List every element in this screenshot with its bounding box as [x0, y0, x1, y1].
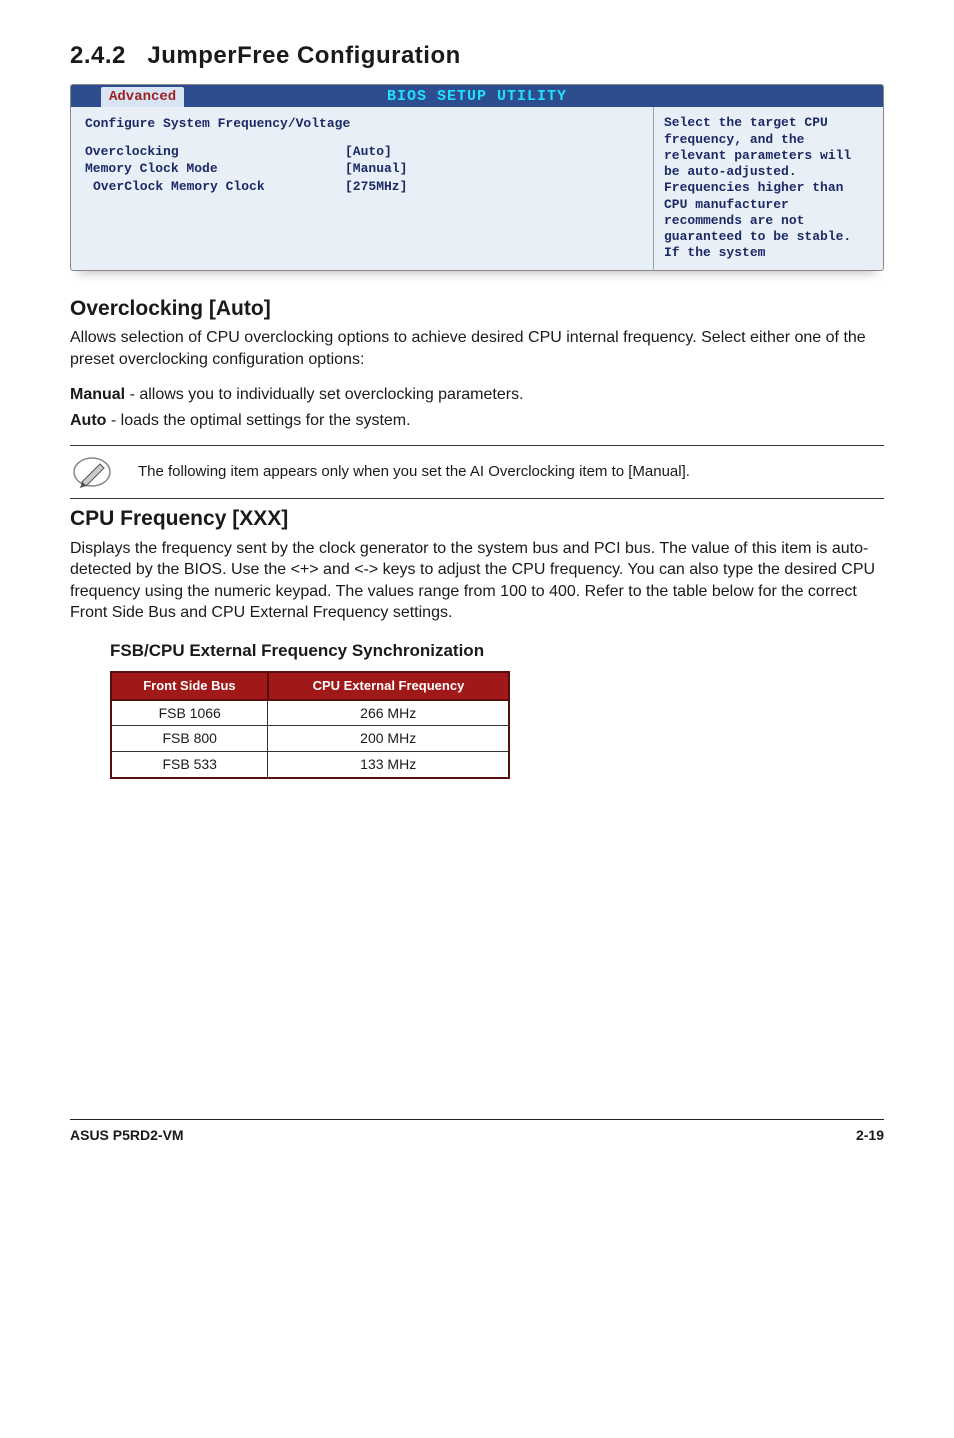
- overclocking-heading: Overclocking [Auto]: [70, 295, 884, 323]
- table-header: CPU External Frequency: [268, 672, 509, 700]
- cpu-freq-heading: CPU Frequency [XXX]: [70, 505, 884, 533]
- table-cell: 200 MHz: [268, 726, 509, 752]
- table-row: FSB 1066 266 MHz: [111, 700, 509, 726]
- bios-row-label: Overclocking: [85, 143, 345, 161]
- note-box: The following item appears only when you…: [70, 445, 884, 499]
- bios-header: BIOS SETUP UTILITY Advanced: [71, 85, 883, 107]
- table-row: FSB 800 200 MHz: [111, 726, 509, 752]
- bios-row: Memory Clock Mode [Manual]: [85, 160, 639, 178]
- table-cell: FSB 1066: [111, 700, 268, 726]
- bios-tab-advanced: Advanced: [101, 87, 184, 107]
- table-header: Front Side Bus: [111, 672, 268, 700]
- bios-row-value: [Manual]: [345, 160, 407, 178]
- bios-left-title: Configure System Frequency/Voltage: [85, 115, 639, 133]
- bios-header-title: BIOS SETUP UTILITY: [387, 88, 567, 105]
- overclocking-auto-line: Auto - loads the optimal settings for th…: [70, 410, 884, 432]
- section-title: JumperFree Configuration: [147, 42, 460, 69]
- overclocking-manual-line: Manual - allows you to individually set …: [70, 384, 884, 406]
- section-number: 2.4.2: [70, 42, 126, 69]
- footer-left: ASUS P5RD2-VM: [70, 1126, 184, 1145]
- table-cell: FSB 533: [111, 752, 268, 778]
- bios-row: Overclocking [Auto]: [85, 143, 639, 161]
- manual-text: - allows you to individually set overclo…: [125, 386, 523, 403]
- bios-left-pane: Configure System Frequency/Voltage Overc…: [71, 107, 653, 269]
- auto-text: - loads the optimal settings for the sys…: [106, 412, 410, 429]
- bios-row: OverClock Memory Clock [275MHz]: [85, 178, 639, 196]
- table-cell: 266 MHz: [268, 700, 509, 726]
- bios-panel: BIOS SETUP UTILITY Advanced Configure Sy…: [70, 84, 884, 270]
- section-heading: 2.4.2 JumperFree Configuration: [70, 40, 884, 72]
- bios-row-value: [Auto]: [345, 143, 392, 161]
- bios-row-label: Memory Clock Mode: [85, 160, 345, 178]
- table-row: FSB 533 133 MHz: [111, 752, 509, 778]
- table-cell: FSB 800: [111, 726, 268, 752]
- cpu-freq-paragraph: Displays the frequency sent by the clock…: [70, 538, 884, 624]
- bios-body: Configure System Frequency/Voltage Overc…: [71, 107, 883, 269]
- overclocking-paragraph: Allows selection of CPU overclocking opt…: [70, 327, 884, 370]
- table-header-row: Front Side Bus CPU External Frequency: [111, 672, 509, 700]
- footer-right: 2-19: [856, 1126, 884, 1145]
- pencil-icon: [70, 452, 114, 492]
- bios-row-label: OverClock Memory Clock: [85, 178, 345, 196]
- manual-label: Manual: [70, 386, 125, 403]
- table-cell: 133 MHz: [268, 752, 509, 778]
- fsb-table-heading: FSB/CPU External Frequency Synchronizati…: [110, 640, 884, 663]
- bios-row-value: [275MHz]: [345, 178, 407, 196]
- page-footer: ASUS P5RD2-VM 2-19: [70, 1119, 884, 1145]
- note-text: The following item appears only when you…: [138, 462, 884, 482]
- fsb-table: Front Side Bus CPU External Frequency FS…: [110, 671, 510, 779]
- auto-label: Auto: [70, 412, 106, 429]
- bios-help-pane: Select the target CPU frequency, and the…: [653, 107, 883, 269]
